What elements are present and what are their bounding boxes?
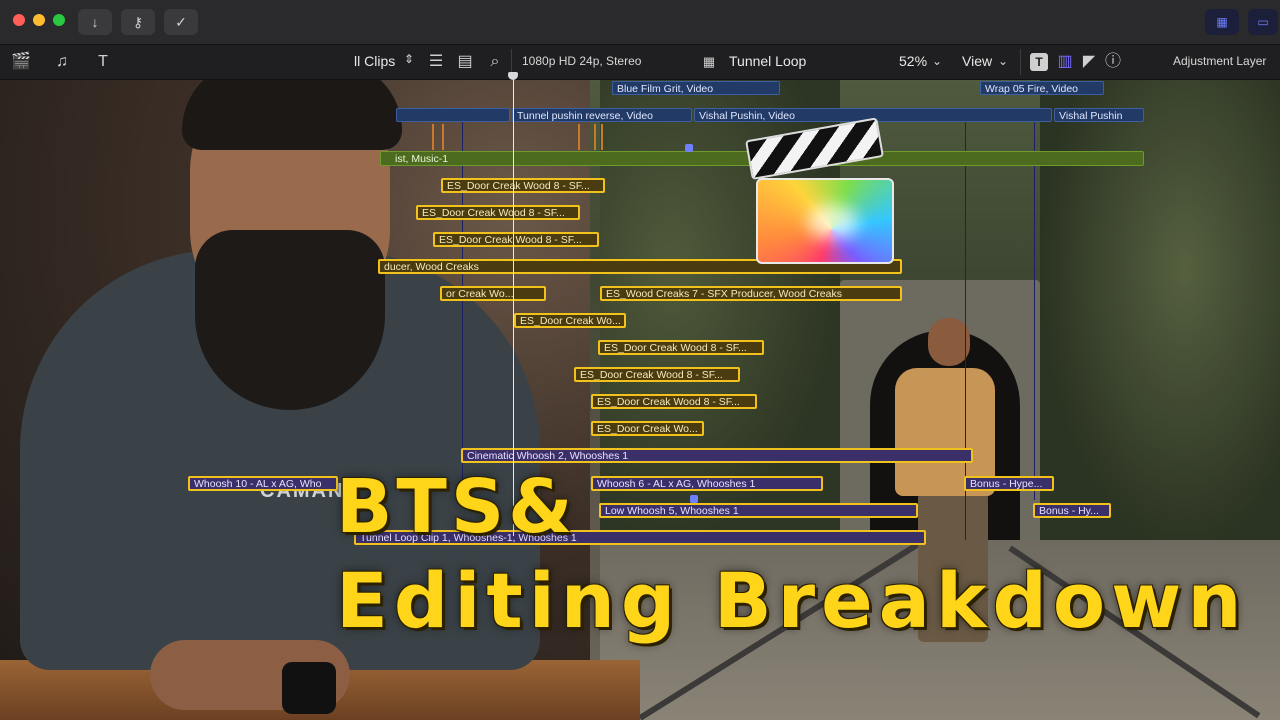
clip-edge-tick	[442, 124, 444, 150]
video-clip[interactable]	[396, 108, 510, 122]
audio-clip[interactable]: ES_Wood Creaks 7 - SFX Producer, Wood Cr…	[600, 286, 902, 301]
color-inspector-icon[interactable]: ◤	[1078, 51, 1100, 73]
info-inspector-icon[interactable]: ⓘ	[1102, 51, 1124, 73]
logo-glow	[808, 204, 858, 240]
format-label: 1080p HD 24p, Stereo	[522, 54, 642, 68]
headline-editing-breakdown: Editing Breakdown	[336, 556, 1248, 645]
toolbar-divider	[1020, 49, 1021, 75]
smart-watch	[282, 662, 336, 714]
runner-head	[928, 318, 970, 366]
list-view-icon[interactable]: ☰	[425, 51, 447, 73]
headline-bts: BTS&	[336, 464, 577, 550]
libraries-icon[interactable]: 🎬	[10, 51, 32, 73]
audio-clip[interactable]: ES_Door Creak Wood 8 - SF...	[574, 367, 740, 382]
clip-edge-tick	[601, 124, 603, 150]
whoosh-clip[interactable]: Cinematic Whoosh 2, Whooshes 1	[461, 448, 973, 463]
clips-filter-label[interactable]: ll Clips	[354, 53, 395, 69]
chevron-down-icon[interactable]: ⌄	[998, 54, 1008, 68]
audio-clip[interactable]: ES_Door Creak Wood 8 - SF...	[433, 232, 599, 247]
clip-edge-tick	[578, 124, 580, 150]
search-icon[interactable]: ⌕	[484, 51, 506, 73]
whoosh-clip[interactable]: Whoosh 10 - AL x AG, Who	[188, 476, 338, 491]
chevron-updown-icon[interactable]: ⇕	[404, 52, 414, 66]
keyword-icon[interactable]: ⚷	[121, 9, 155, 35]
inspector-title: Adjustment Layer	[1173, 54, 1267, 68]
audio-clip[interactable]: ES_Door Creak Wood 8 - SF...	[591, 394, 757, 409]
whoosh-clip[interactable]: Bonus - Hype...	[964, 476, 1054, 491]
final-cut-pro-logo	[745, 117, 894, 264]
photos-audio-icon[interactable]: ♫	[51, 51, 73, 73]
zoom-button[interactable]	[53, 14, 65, 26]
project-name[interactable]: Tunnel Loop	[729, 53, 806, 69]
background-tasks-icon[interactable]: ✓	[164, 9, 198, 35]
audio-clip[interactable]: ES_Door Creak Wo...	[591, 421, 704, 436]
whoosh-clip[interactable]: Bonus - Hy...	[1033, 503, 1111, 518]
filmstrip-icon[interactable]: ▤	[454, 51, 476, 73]
audio-clip[interactable]: ES_Door Creak Wood 8 - SF...	[598, 340, 764, 355]
clip-edge-tick	[432, 124, 434, 150]
video-clip[interactable]: Vishal Pushin	[1054, 108, 1144, 122]
keyframe-marker	[685, 144, 693, 152]
whoosh-clip[interactable]: Whoosh 6 - AL x AG, Whooshes 1	[591, 476, 823, 491]
audio-clip[interactable]: ES_Door Creak Wood 8 - SF...	[441, 178, 605, 193]
film-strip-view-icon[interactable]: ▭	[1248, 9, 1278, 35]
audio-clip[interactable]: ES_Door Creak Wo...	[514, 313, 626, 328]
audio-clip[interactable]: ES_Door Creak Wood 8 - SF...	[416, 205, 580, 220]
import-icon[interactable]: ↓	[78, 9, 112, 35]
title-inspector-icon[interactable]: T	[1030, 53, 1048, 71]
titles-generators-icon[interactable]: T	[92, 51, 114, 73]
whoosh-clip[interactable]: Low Whoosh 5, Whooshes 1	[599, 503, 918, 518]
zoom-level[interactable]: 52%	[899, 53, 927, 69]
video-inspector-icon[interactable]: ▥	[1054, 51, 1076, 73]
minimize-button[interactable]	[33, 14, 45, 26]
browser-toolbar: 🎬 ♫ T ll Clips ⇕ ☰ ▤ ⌕ 1080p HD 24p, Ste…	[0, 45, 1280, 80]
audio-clip[interactable]: or Creak Wo...	[440, 286, 546, 301]
clip-edge-tick	[594, 124, 596, 150]
window-titlebar: ↓ ⚷ ✓ ▦ ▭	[0, 0, 1280, 45]
video-clip[interactable]: Tunnel pushin reverse, Video	[512, 108, 692, 122]
video-clip[interactable]: Wrap 05 Fire, Video	[980, 81, 1104, 95]
video-clip[interactable]: Blue Film Grit, Video	[612, 81, 780, 95]
chevron-down-icon[interactable]: ⌄	[932, 54, 942, 68]
keyframe-marker	[690, 495, 698, 503]
clapper-icon: ▦	[702, 54, 716, 69]
edit-marker-line	[1034, 120, 1035, 500]
grid-view-icon[interactable]: ▦	[1205, 9, 1239, 35]
thumbnail-stage: CAMAN ↓ ⚷ ✓ ▦ ▭ 🎬 ♫ T ll Clips ⇕ ☰ ▤ ⌕ 1…	[0, 0, 1280, 720]
view-menu[interactable]: View	[962, 53, 992, 69]
close-button[interactable]	[13, 14, 25, 26]
